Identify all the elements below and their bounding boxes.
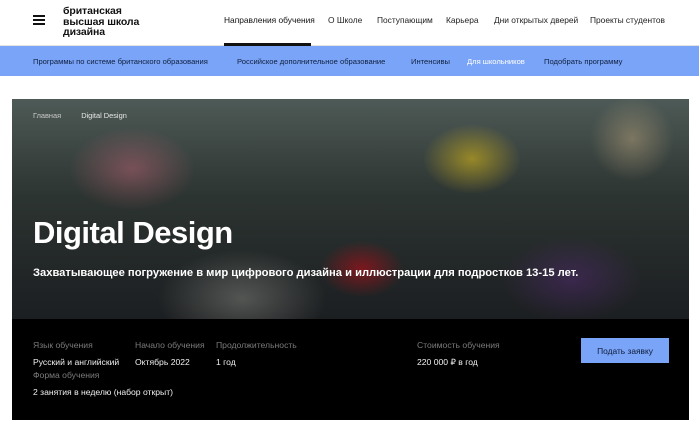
language-value: Русский и английский <box>33 357 120 367</box>
sub-navigation: Программы по системе британского образов… <box>0 46 699 76</box>
start-value: Октябрь 2022 <box>135 357 190 367</box>
nav-item-projects[interactable]: Проекты студентов <box>590 15 665 25</box>
subnav-item-russian[interactable]: Российское дополнительное образование <box>237 57 385 66</box>
nav-item-career[interactable]: Карьера <box>446 15 479 25</box>
logo-line-1: британская <box>63 5 122 17</box>
subnav-item-british[interactable]: Программы по системе британского образов… <box>33 57 208 66</box>
start-label: Начало обучения <box>135 340 205 350</box>
subnav-item-school[interactable]: Для школьников <box>467 57 525 66</box>
nav-item-applicants[interactable]: Поступающим <box>377 15 433 25</box>
duration-label: Продолжительность <box>216 340 297 350</box>
format-label: Форма обучения <box>33 370 100 380</box>
breadcrumb-current: Digital Design <box>81 111 127 120</box>
subnav-item-choose[interactable]: Подобрать программу <box>544 57 622 66</box>
hero-banner: Главная Digital Design Digital Design За… <box>12 99 689 319</box>
logo[interactable]: британская высшая школа дизайна <box>63 6 139 38</box>
breadcrumb: Главная Digital Design <box>33 111 145 120</box>
hero-image <box>12 99 689 319</box>
menu-icon[interactable] <box>33 15 45 25</box>
top-navigation: британская высшая школа дизайна Направле… <box>0 0 699 46</box>
nav-item-open-days[interactable]: Дни открытых дверей <box>494 15 578 25</box>
hero-lead: Захватывающее погружение в мир цифрового… <box>33 267 579 279</box>
logo-line-3: дизайна <box>63 26 105 38</box>
language-label: Язык обучения <box>33 340 93 350</box>
duration-value: 1 год <box>216 357 236 367</box>
price-label: Стоимость обучения <box>417 340 500 350</box>
nav-item-programs[interactable]: Направления обучения <box>224 15 315 25</box>
program-info-panel: Язык обучения Русский и английский Форма… <box>12 319 689 420</box>
nav-item-about[interactable]: О Школе <box>328 15 362 25</box>
subnav-item-intensives[interactable]: Интенсивы <box>411 57 450 66</box>
breadcrumb-home[interactable]: Главная <box>33 111 61 120</box>
page-title: Digital Design <box>33 215 233 250</box>
price-value: 220 000 ₽ в год <box>417 357 478 367</box>
apply-button[interactable]: Подать заявку <box>581 338 669 363</box>
format-value: 2 занятия в неделю (набор открыт) <box>33 387 174 397</box>
